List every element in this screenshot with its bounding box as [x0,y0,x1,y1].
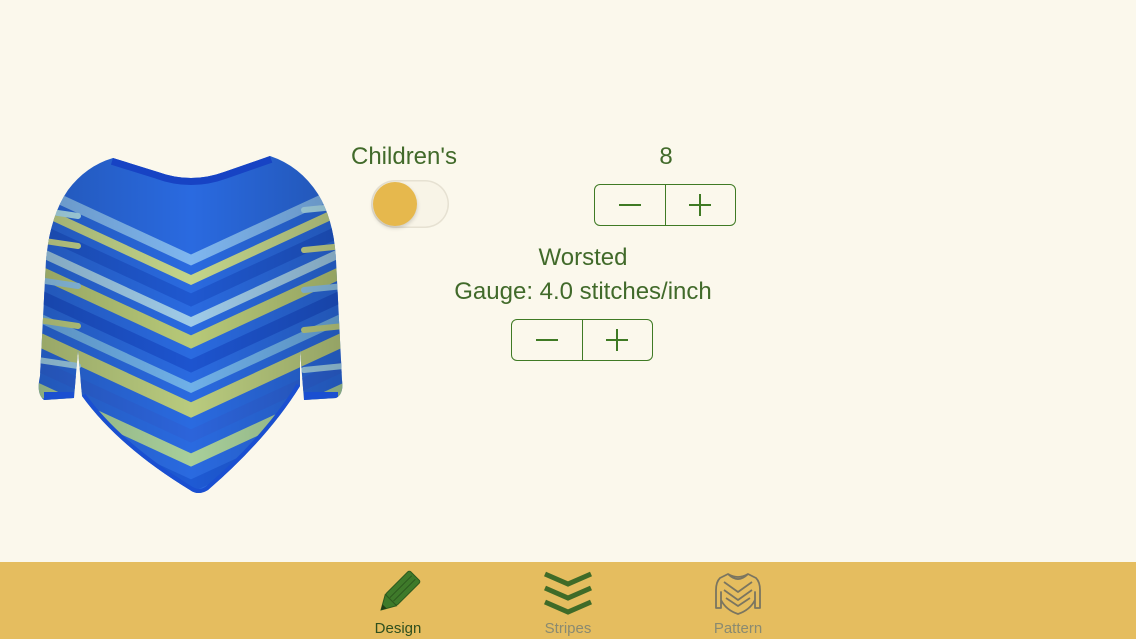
yarn-weight-label: Worsted [538,244,628,271]
size-category-label: Children's [351,143,457,170]
plus-icon [689,194,712,216]
gauge-stepper [511,319,653,361]
minus-icon [535,339,558,341]
tab-design-label: Design [374,620,422,637]
tab-pattern[interactable]: Pattern [678,562,798,639]
tab-design[interactable]: Design [338,562,458,639]
size-increment-button[interactable] [664,185,736,225]
plus-icon [606,329,629,351]
toggle-knob [373,182,417,226]
tab-stripes-label: Stripes [544,620,592,637]
tab-bar: Design Stripes Pattern [0,562,1136,639]
gauge-decrement-button[interactable] [512,320,582,360]
gauge-increment-button[interactable] [581,320,653,360]
size-stepper [594,184,736,226]
minus-icon [618,204,641,206]
size-decrement-button[interactable] [595,185,665,225]
size-value: 8 [659,143,673,170]
pencil-icon [380,570,421,611]
chevrons-icon [544,571,592,615]
sweater-icon [715,573,761,615]
tab-pattern-label: Pattern [713,620,763,637]
childrens-size-toggle[interactable] [371,180,449,228]
tab-stripes[interactable]: Stripes [508,562,628,639]
gauge-label: Gauge: 4.0 stitches/inch [454,278,712,305]
design-screen: Children's 8 Worsted Gauge: 4.0 stitches… [0,0,1136,562]
sweater-preview-image [38,156,343,493]
